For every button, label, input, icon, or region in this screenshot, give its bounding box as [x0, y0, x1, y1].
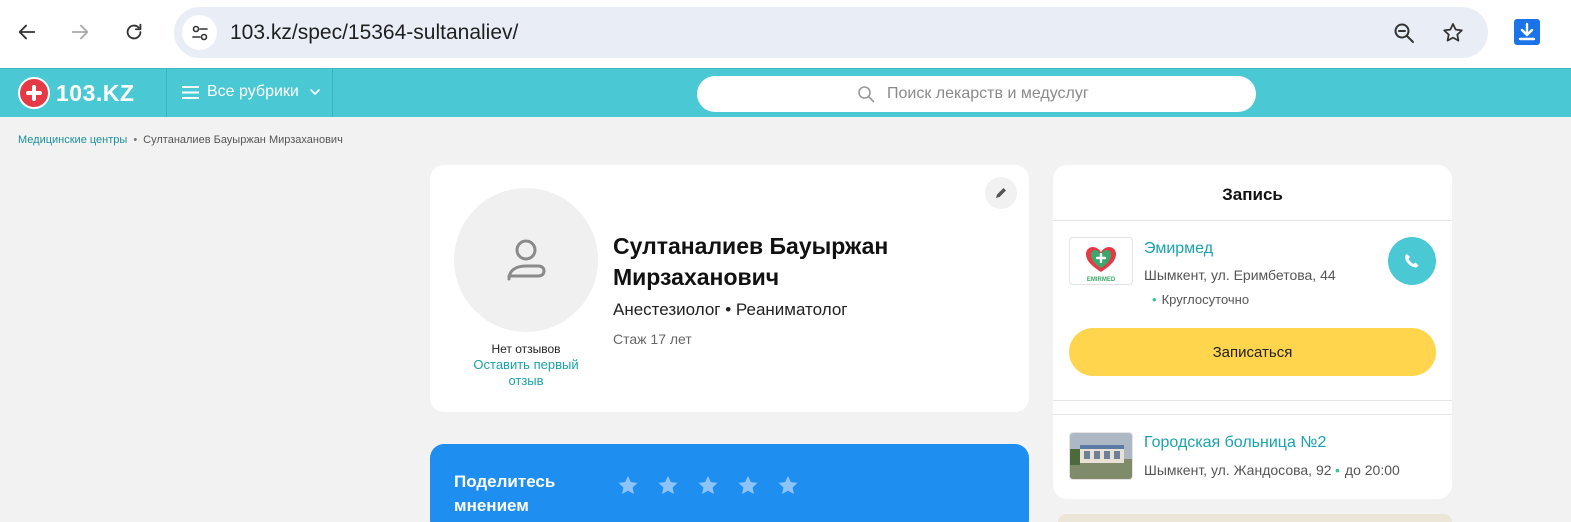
clinic-photo-hospital[interactable] [1069, 432, 1133, 480]
doctor-specialties: Анестезиолог • Реаниматолог [613, 300, 848, 319]
clinic-name-link[interactable]: Эмирмед [1144, 240, 1213, 258]
divider [1053, 414, 1452, 415]
star-icon[interactable] [656, 474, 680, 498]
search-box[interactable] [697, 76, 1256, 112]
menu-icon [182, 85, 199, 99]
clinic-address: Шымкент, ул. Еримбетова, 44 [1144, 267, 1336, 283]
status-dot-icon: • [1152, 292, 1157, 307]
browser-toolbar: 103.kz/spec/15364-sultanaliev/ [0, 0, 1571, 68]
bookmark-star-icon[interactable] [1440, 20, 1466, 46]
divider [1053, 220, 1452, 221]
clinic-name-link[interactable]: Городская больница №2 [1144, 434, 1326, 452]
rating-stars [616, 474, 800, 498]
site-logo[interactable]: 103.KZ [18, 77, 134, 109]
medical-cross-icon [18, 77, 50, 109]
edit-button[interactable] [985, 177, 1017, 209]
site-header: 103.KZ Все рубрики [0, 68, 1571, 117]
site-settings-icon[interactable] [182, 15, 217, 50]
clinic-hours-text: до 20:00 [1344, 462, 1400, 478]
pencil-icon [996, 188, 1006, 198]
leave-first-review-link[interactable]: Оставить первый отзыв [464, 357, 588, 389]
clinic-logo-emirmed[interactable]: EMIRMED [1069, 237, 1133, 285]
download-icon[interactable] [1512, 17, 1542, 47]
doctor-name: Султаналиев Бауыржан Мирзаханович [613, 233, 889, 290]
doctor-experience: Стаж 17 лет [613, 331, 692, 347]
rubrics-label: Все рубрики [207, 83, 299, 100]
forward-icon[interactable] [62, 14, 98, 50]
header-divider [332, 69, 333, 117]
zoom-icon[interactable] [1391, 20, 1417, 46]
share-opinion-card: Поделитесь мнением [430, 444, 1029, 522]
divider [1053, 400, 1452, 401]
search-input[interactable] [887, 82, 1237, 106]
star-icon[interactable] [616, 474, 640, 498]
book-appointment-button[interactable]: Записаться [1069, 328, 1436, 376]
status-dot-icon: • [1335, 462, 1340, 478]
avatar [454, 188, 598, 332]
all-rubrics-menu[interactable]: Все рубрики [182, 83, 321, 101]
phone-icon [1405, 254, 1419, 268]
chevron-down-icon [310, 89, 320, 96]
clinic-logo-text: EMIRMED [1087, 277, 1116, 283]
doctor-profile-card: Нет отзывов Оставить первый отзыв Султан… [430, 165, 1029, 412]
map-preview[interactable] [1058, 514, 1452, 522]
rating-title: Поделитесь мнением [454, 472, 556, 515]
back-icon[interactable] [9, 14, 45, 50]
call-button[interactable] [1388, 237, 1436, 285]
user-placeholder-icon [507, 239, 546, 281]
star-icon[interactable] [696, 474, 720, 498]
star-icon[interactable] [736, 474, 760, 498]
breadcrumb: Медицинские центры • Султаналиев Бауыржа… [18, 134, 343, 146]
breadcrumb-current: Султаналиев Бауыржан Мирзаханович [143, 134, 343, 146]
clinic-hours: • Круглосуточно [1152, 292, 1249, 307]
header-divider [166, 69, 167, 117]
breadcrumb-link[interactable]: Медицинские центры [18, 134, 127, 146]
url-text: 103.kz/spec/15364-sultanaliev/ [230, 21, 519, 44]
breadcrumb-separator: • [133, 134, 138, 146]
no-reviews-label: Нет отзывов [491, 342, 561, 356]
clinic-hours: • до 20:00 [1335, 462, 1400, 478]
appointment-title: Запись [1222, 185, 1283, 204]
address-bar[interactable]: 103.kz/spec/15364-sultanaliev/ [174, 7, 1488, 58]
clinic-address: Шымкент, ул. Жандосова, 92 [1144, 462, 1332, 478]
appointment-card: Запись EMIRMED Эмирмед Шымкент, ул. Ерим… [1053, 165, 1452, 499]
clinic-hours-text: Круглосуточно [1161, 292, 1250, 307]
star-icon[interactable] [776, 474, 800, 498]
logo-text: 103.KZ [56, 79, 135, 106]
search-icon [858, 86, 875, 103]
reload-icon[interactable] [116, 14, 152, 50]
